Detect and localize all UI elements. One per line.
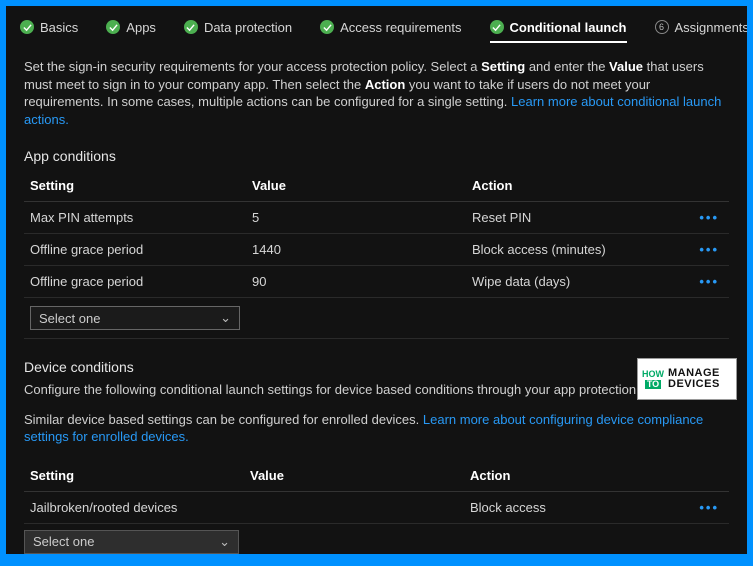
device-conditions-title: Device conditions [24,359,729,375]
check-icon [184,20,198,34]
col-action: Action [464,460,689,492]
cell-action: Block access (minutes) [466,234,689,266]
table-row: Offline grace period 90 Wipe data (days)… [24,266,729,298]
cell-value: 1440 [246,234,466,266]
tab-label: Basics [40,20,78,35]
device-setting-select[interactable]: Select one ⌄ [24,530,239,554]
select-value: Select one [33,534,94,549]
tab-label: Assignments [675,20,748,35]
col-setting: Setting [24,460,244,492]
col-value: Value [244,460,464,492]
device-conditions-table: Setting Value Action Jailbroken/rooted d… [24,460,729,524]
check-icon [106,20,120,34]
row-menu-icon[interactable]: ••• [699,500,723,515]
col-action: Action [466,170,689,202]
tab-basics[interactable]: Basics [20,10,78,43]
table-row: Offline grace period 1440 Block access (… [24,234,729,266]
col-value: Value [246,170,466,202]
device-conditions-desc: Configure the following conditional laun… [24,381,729,399]
tab-access-requirements[interactable]: Access requirements [320,10,461,43]
tab-label: Data protection [204,20,292,35]
tab-conditional-launch[interactable]: Conditional launch [490,10,627,43]
row-menu-icon[interactable]: ••• [699,210,723,225]
select-value: Select one [39,311,100,326]
intro-text: Set the sign-in security requirements fo… [24,58,729,128]
check-icon [20,20,34,34]
cell-action: Reset PIN [466,202,689,234]
table-row: Max PIN attempts 5 Reset PIN ••• [24,202,729,234]
table-row: Jailbroken/rooted devices Block access •… [24,491,729,523]
cell-setting: Offline grace period [24,266,246,298]
device-conditions-note: Similar device based settings can be con… [24,411,729,446]
cell-value [244,491,464,523]
check-icon [490,20,504,34]
app-conditions-table: Setting Value Action Max PIN attempts 5 … [24,170,729,339]
cell-setting: Offline grace period [24,234,246,266]
row-menu-icon[interactable]: ••• [699,242,723,257]
col-setting: Setting [24,170,246,202]
cell-setting: Jailbroken/rooted devices [24,491,244,523]
watermark-logo: HOW TO MANAGE DEVICES [637,358,737,400]
cell-value: 5 [246,202,466,234]
tab-apps[interactable]: Apps [106,10,156,43]
check-icon [320,20,334,34]
tab-assignments[interactable]: 6 Assignments [655,10,748,43]
cell-setting: Max PIN attempts [24,202,246,234]
cell-action: Wipe data (days) [466,266,689,298]
cell-value: 90 [246,266,466,298]
tab-label: Access requirements [340,20,461,35]
cell-action: Block access [464,491,689,523]
setting-select[interactable]: Select one ⌄ [30,306,240,330]
app-conditions-title: App conditions [24,148,729,164]
table-row-add: Select one ⌄ [24,298,729,339]
tab-label: Conditional launch [510,20,627,35]
tab-data-protection[interactable]: Data protection [184,10,292,43]
wizard-tabs: Basics Apps Data protection Access requi… [6,6,747,46]
chevron-down-icon: ⌄ [220,310,231,326]
row-menu-icon[interactable]: ••• [699,274,723,289]
chevron-down-icon: ⌄ [219,534,230,550]
tab-label: Apps [126,20,156,35]
step-number-icon: 6 [655,20,669,34]
